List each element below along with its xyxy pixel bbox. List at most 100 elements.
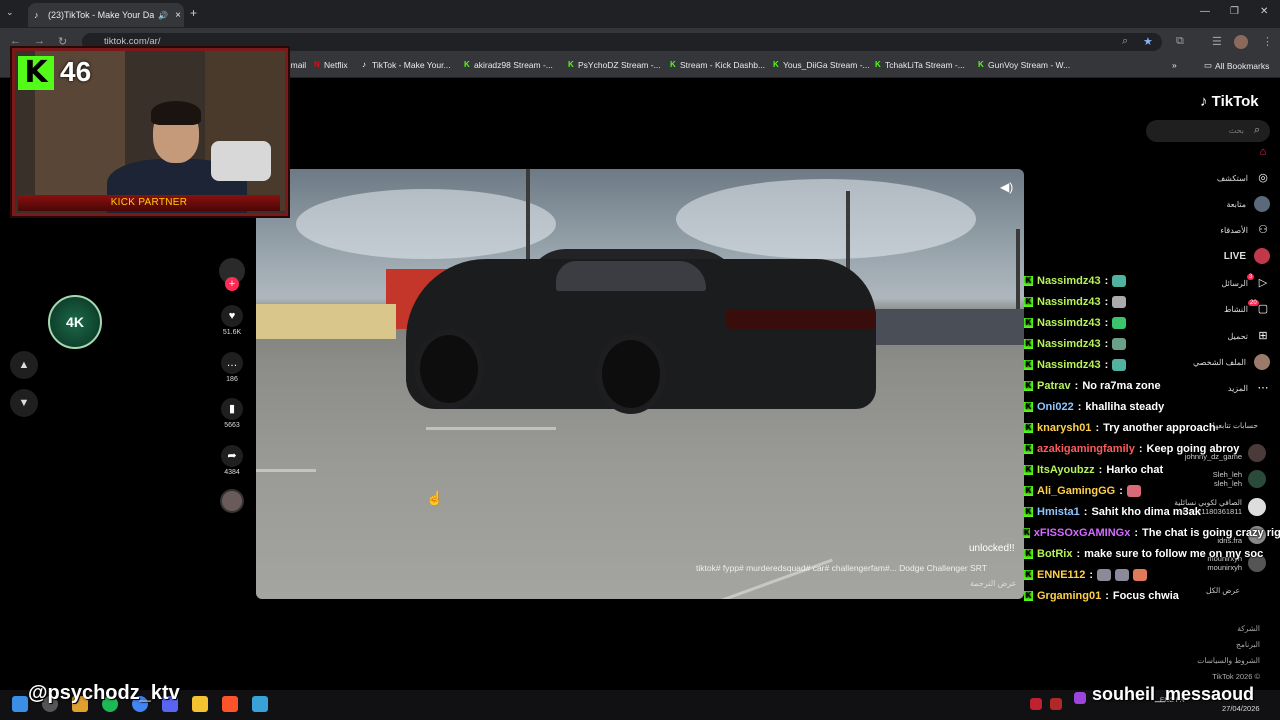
video-player[interactable] [256, 169, 1024, 599]
chat-text: Sahit kho dima m3ak [1091, 505, 1201, 518]
chat-separator: : [1104, 274, 1109, 287]
kick-icon: K [978, 60, 984, 69]
tray-icon[interactable] [1030, 698, 1042, 710]
all-bookmarks[interactable]: ▭ All Bookmarks [1204, 60, 1269, 71]
search-icon[interactable]: ⌕ [1254, 124, 1260, 137]
kick-badge-icon: K [1024, 275, 1033, 286]
file-explorer-icon[interactable] [192, 696, 208, 712]
parked-cars [856, 309, 1024, 345]
see-translation-link[interactable]: عرض الترجمة [970, 579, 1016, 588]
zoom-icon[interactable]: ⌕ [1122, 35, 1128, 48]
close-window-icon[interactable]: ✕ [1260, 6, 1268, 17]
tiktok-logo-text: TikTok [1211, 93, 1259, 110]
bookmark-label: Netflix [324, 60, 348, 70]
more-menu-icon[interactable]: ⋮ [1262, 35, 1273, 48]
bookmark-kick-dashboard[interactable]: K Stream - Kick Dashb... [670, 60, 765, 70]
audio-icon[interactable]: 🔊 [158, 11, 168, 20]
share-button[interactable]: ➦ 4384 [216, 445, 248, 476]
tiktok-logo[interactable]: ♪ TikTok [1200, 93, 1259, 110]
bookmark-gunvoy[interactable]: K GunVoy Stream - W... [978, 60, 1070, 70]
chat-separator: : [1104, 358, 1109, 371]
kick-badge-icon: K [1024, 443, 1033, 454]
bookmark-tchaklita[interactable]: K TchakLiTa Stream -... [875, 60, 965, 70]
app-icon[interactable] [252, 696, 268, 712]
follow-plus-icon[interactable]: + [225, 277, 239, 291]
bookmark-star-icon[interactable]: ★ [1143, 35, 1153, 48]
chat-message: K Nassimdz43: [1024, 291, 1280, 312]
minimize-icon[interactable]: — [1200, 6, 1210, 17]
emote-icon [1114, 568, 1129, 581]
reload-icon[interactable]: ↻ [58, 35, 67, 48]
bookmark-akiradz98[interactable]: Kakiradz98 Stream -... [464, 60, 553, 70]
next-video-button[interactable]: ▼ [10, 389, 38, 417]
netflix-icon: N [314, 60, 320, 69]
chat-username: Ali_GamingGG [1037, 484, 1116, 497]
browser-tab[interactable]: ♪ (23)TikTok - Make Your Day 🔊 × [28, 3, 184, 27]
music-disc-icon[interactable] [220, 489, 244, 513]
kick-badge-icon: K [1024, 401, 1033, 412]
comment-button[interactable]: … 186 [216, 352, 248, 383]
forward-icon[interactable]: → [34, 35, 45, 47]
kick-badge-icon: K [1024, 464, 1033, 475]
chat-separator: : [1138, 442, 1143, 455]
chat-separator: : [1098, 463, 1103, 476]
live-avatar [1254, 248, 1270, 264]
new-tab-icon[interactable]: + [190, 6, 197, 20]
bookmark-yous-diiga[interactable]: K Yous_DiiGa Stream -... [773, 60, 870, 70]
windows-start-icon[interactable] [12, 696, 28, 712]
home-icon: ⌂ [1259, 146, 1267, 158]
bookmark-netflix[interactable]: N Netflix [314, 60, 348, 70]
taskbar-date[interactable]: 27/04/2026 [1222, 704, 1260, 713]
bookmark-label: TikTok - Make Your... [372, 60, 451, 70]
compass-icon: ◎ [1258, 172, 1268, 184]
bookmark-tiktok[interactable]: ♪ TikTok - Make Your... [362, 60, 451, 70]
emote-icon [1096, 568, 1111, 581]
brave-icon[interactable] [222, 696, 238, 712]
nav-following[interactable]: متابعة [1150, 194, 1270, 214]
emote-icon [1126, 484, 1141, 497]
chat-message: K Nassimdz43: [1024, 312, 1280, 333]
parking-line [256, 469, 316, 472]
bookmarks-overflow-icon[interactable]: » [1172, 60, 1177, 70]
nav-label: الأصدقاء [1220, 225, 1248, 235]
previous-video-button[interactable]: ▲ [10, 351, 38, 379]
volume-icon[interactable]: ◀) [1000, 180, 1013, 194]
save-button[interactable]: ▮ 5663 [216, 398, 248, 429]
nav-friends[interactable]: الأصدقاء ⚇ [1150, 220, 1270, 240]
chat-text: Harko chat [1106, 463, 1164, 476]
extensions-icon[interactable]: ⧉ [1176, 35, 1184, 48]
chat-separator: : [1077, 400, 1082, 413]
maximize-icon[interactable]: ❐ [1230, 6, 1239, 17]
footer-program[interactable]: البرنامج [1150, 640, 1270, 649]
like-button[interactable]: ♥ 51.6K [216, 305, 248, 336]
share-icon: ➦ [221, 445, 243, 467]
kick-logo-icon: K [18, 56, 54, 90]
bookmark-label: TchakLiTa Stream -... [885, 60, 965, 70]
tray-icon[interactable] [1050, 698, 1062, 710]
search-input[interactable]: بحث [1146, 120, 1270, 142]
stream-chat: K Nassimdz43: K Nassimdz43: K Nassimdz43: K… [1024, 270, 1280, 606]
chat-text: Focus chwia [1112, 589, 1179, 602]
emote-icon [1132, 568, 1147, 581]
back-icon[interactable]: ← [10, 35, 21, 47]
chat-username: Nassimdz43 [1037, 274, 1101, 287]
emote-icon [1112, 295, 1127, 308]
footer-company[interactable]: الشركة [1150, 624, 1270, 633]
close-tab-icon[interactable]: × [172, 10, 184, 21]
tab-search-icon[interactable]: ⌄ [6, 7, 14, 18]
chat-text: Try another approach [1103, 421, 1216, 434]
tab-menu-icon[interactable]: ☰ [1212, 35, 1222, 48]
emote-icon [1112, 337, 1127, 350]
chat-message: K ItsAyoubzz: Harko chat [1024, 459, 1280, 480]
nav-explore[interactable]: استكشف ◎ [1150, 168, 1270, 188]
kick-icon: K [670, 60, 676, 69]
nav-home[interactable]: ⌂ [1150, 142, 1270, 162]
twitch-icon[interactable] [1074, 692, 1086, 704]
footer-terms[interactable]: الشروط والسياسات [1150, 656, 1270, 665]
bookmark-psychodz[interactable]: K PsYchoDZ Stream -... [568, 60, 661, 70]
like-count: 51.6K [222, 329, 242, 336]
tiktok-favicon-icon: ♪ [34, 10, 39, 20]
profile-avatar[interactable] [1234, 35, 1248, 49]
chat-message: K Hmista1: Sahit kho dima m3ak [1024, 501, 1280, 522]
nav-live[interactable]: LIVE [1150, 246, 1270, 266]
